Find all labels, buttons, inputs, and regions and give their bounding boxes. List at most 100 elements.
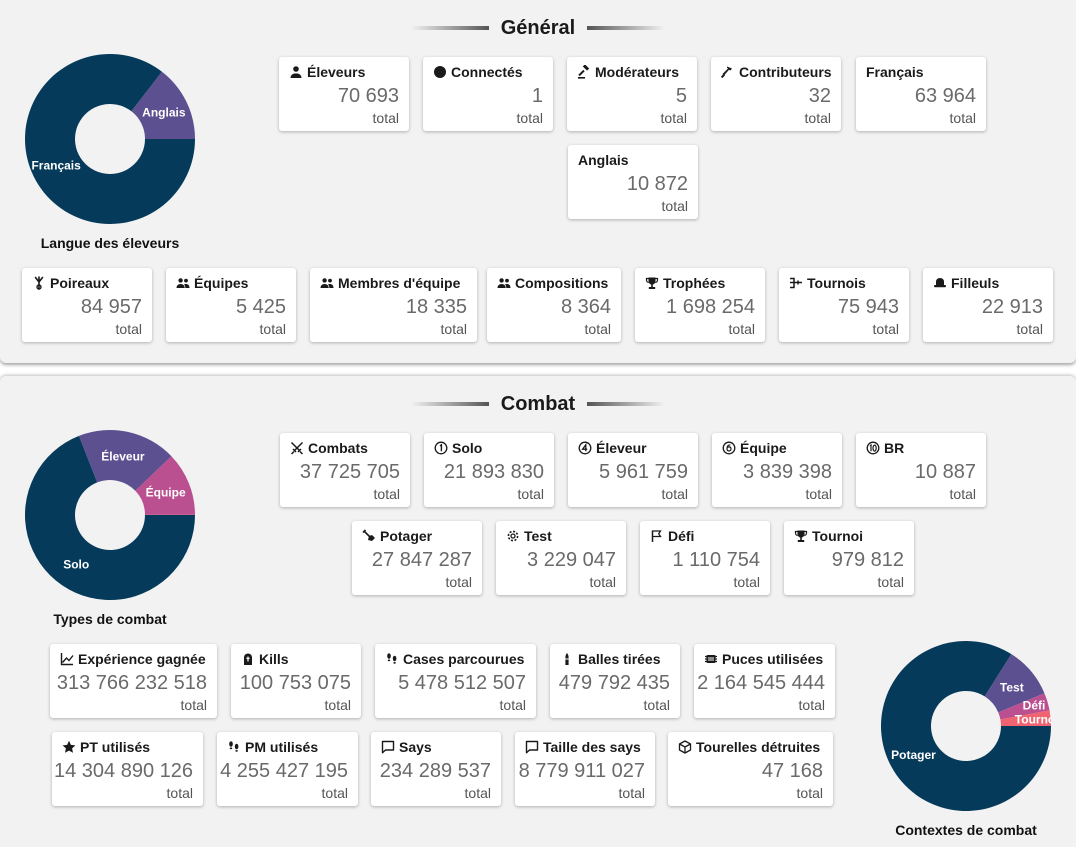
stat-card-label: Tournois [807, 275, 866, 291]
stat-card-label: PM utilisés [245, 739, 319, 755]
fight-contexts-chart-title: Contextes de combat [895, 822, 1037, 838]
hammer-icon [721, 65, 735, 79]
stat-card: Équipes 5 425 total [166, 268, 296, 342]
hat-icon [933, 276, 947, 290]
stat-card: Compositions 8 364 total [487, 268, 621, 342]
stat-card-header: Éleveur [578, 440, 694, 456]
stat-card: Anglais 10 872 total [568, 145, 698, 219]
group-icon [176, 276, 190, 290]
stat-card: Tournois 75 943 total [779, 268, 909, 342]
combat-title: Combat [500, 392, 576, 415]
stat-card-label: Membres d'équipe [338, 275, 461, 291]
stat-card-value: 979 812 [831, 549, 904, 571]
stat-card-unit: total [661, 198, 688, 214]
stat-card-unit: total [166, 785, 193, 801]
trophy-icon [794, 529, 808, 543]
circle-10-icon [866, 441, 880, 455]
stat-card-value: 3 839 398 [743, 461, 832, 483]
stat-card-header: Test [506, 528, 622, 544]
stat-card: Cases parcourues 5 478 512 507 total [375, 644, 536, 718]
stat-card-label: Test [524, 528, 552, 544]
donut-slice-label: Test [1000, 680, 1024, 694]
gavel-icon [577, 65, 591, 79]
stat-card: Solo 21 893 830 total [424, 433, 554, 507]
donut-slice-label: Potager [891, 748, 936, 762]
stat-card-unit: total [796, 785, 823, 801]
stat-card-unit: total [259, 321, 286, 337]
donut-slice-label: Tournoi [1015, 712, 1052, 726]
stat-card-value: 2 164 545 444 [697, 672, 825, 694]
stat-card-value: 63 964 [914, 85, 976, 107]
stat-card: PM utilisés 4 255 427 195 total [217, 732, 358, 806]
group-icon [497, 276, 511, 290]
stat-card-value: 5 961 759 [599, 461, 688, 483]
stat-card-header: Anglais [578, 152, 694, 168]
stat-card-label: Says [399, 739, 432, 755]
stat-card-label: Équipe [740, 440, 787, 456]
stat-card-unit: total [805, 486, 832, 502]
donut-slice-label: Équipe [146, 485, 186, 500]
stat-card-header: Tourelles détruites [678, 739, 829, 755]
stat-card-value: 37 725 705 [299, 461, 400, 483]
stat-card-unit: total [180, 697, 207, 713]
stat-card-header: Cases parcourues [385, 651, 532, 667]
stat-card-value: 1 698 254 [666, 296, 755, 318]
language-chart-title: Langue des éleveurs [40, 235, 180, 251]
general-title: Général [500, 16, 576, 39]
donut-slice-label: Français [31, 158, 81, 172]
donut-slice-label: Anglais [142, 106, 186, 120]
fight-types-donut-chart: Solo Éleveur Équipe [24, 429, 196, 606]
circle-6-icon [722, 441, 736, 455]
stat-card-unit: total [440, 321, 467, 337]
stat-card-value: 27 847 287 [371, 549, 472, 571]
stat-card-value: 8 779 911 027 [518, 760, 645, 782]
stat-card: Tourelles détruites 47 168 total [668, 732, 833, 806]
swords-icon [290, 441, 304, 455]
bullet-icon [560, 652, 574, 666]
stat-card-header: Modérateurs [577, 64, 693, 80]
stat-card-label: Équipes [194, 275, 249, 291]
gear-icon [506, 529, 520, 543]
title-divider-right [587, 402, 666, 406]
stat-card-header: Équipe [722, 440, 838, 456]
stat-card: BR 10 887 total [856, 433, 986, 507]
stat-card-value: 21 893 830 [443, 461, 544, 483]
star-icon [62, 740, 76, 754]
stat-card-label: Taille des says [543, 739, 641, 755]
shovel-icon [362, 529, 376, 543]
stat-card-header: Balles tirées [560, 651, 676, 667]
stat-card-value: 234 289 537 [379, 760, 491, 782]
stat-card-value: 8 364 [560, 296, 611, 318]
stat-card: PT utilisés 14 304 890 126 total [52, 732, 203, 806]
stat-card-value: 4 255 427 195 [220, 760, 348, 782]
stat-card-header: Combats [290, 440, 406, 456]
stat-card: Poireaux 84 957 total [22, 268, 152, 342]
stat-card-label: Contributeurs [739, 64, 832, 80]
stat-card: Équipe 3 839 398 total [712, 433, 842, 507]
cube-icon [678, 740, 692, 754]
general-section-title: Général [0, 15, 1076, 41]
stat-card-label: Éleveurs [307, 64, 366, 80]
stat-card-unit: total [798, 697, 825, 713]
fight-contexts-donut-chart: Potager Test DéfiTournoi [880, 640, 1059, 817]
stat-card-unit: total [372, 110, 399, 126]
speech-bubble-icon [525, 740, 539, 754]
stat-card-label: Tourelles détruites [696, 739, 821, 755]
stat-card-unit: total [877, 574, 904, 590]
stat-card: Éleveur 5 961 759 total [568, 433, 698, 507]
stat-card-label: Balles tirées [578, 651, 661, 667]
stat-card: Filleuls 22 913 total [923, 268, 1053, 342]
stat-card-value: 14 304 890 126 [53, 760, 193, 782]
stat-card-label: Modérateurs [595, 64, 680, 80]
stat-card: Connectés 1 total [423, 57, 553, 131]
stat-card-value: 70 693 [337, 85, 399, 107]
stat-card-header: Tournoi [794, 528, 910, 544]
stat-card-value: 5 [675, 85, 687, 107]
stat-card-unit: total [464, 785, 491, 801]
stat-card-header: Says [381, 739, 497, 755]
stat-card-unit: total [804, 110, 831, 126]
stat-card-unit: total [584, 321, 611, 337]
stat-card-label: Solo [452, 440, 483, 456]
stat-card: Test 3 229 047 total [496, 521, 626, 595]
footsteps-icon [385, 652, 399, 666]
